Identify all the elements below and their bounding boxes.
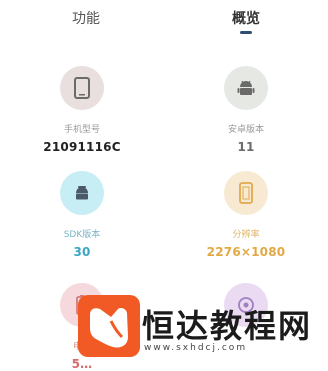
watermark: 恒达教程网 www.sxhdcj.com xyxy=(78,295,328,365)
sdk-version-label: SDK版本 xyxy=(63,230,101,240)
android-version-card: 安卓版本 11 xyxy=(164,66,328,154)
tab-overview[interactable]: 概览 xyxy=(232,8,260,28)
sdk-icon xyxy=(76,186,88,200)
device-model-card: 手机型号 21091116C xyxy=(0,66,164,154)
device-model-circle xyxy=(60,66,104,110)
active-tab-indicator xyxy=(240,31,252,34)
phone-icon xyxy=(74,77,90,99)
tab-functions[interactable]: 功能 xyxy=(72,8,100,28)
android-version-value: 11 xyxy=(237,140,255,154)
resolution-card: 分辨率 2276×1080 xyxy=(164,171,328,259)
sdk-version-value: 30 xyxy=(73,245,91,259)
watermark-url: www.sxhdcj.com xyxy=(144,343,248,353)
resolution-circle xyxy=(224,171,268,215)
watermark-title: 恒达教程网 xyxy=(142,307,313,345)
screen-icon xyxy=(239,182,253,204)
tab-bar: 功能 概览 xyxy=(0,0,328,40)
sdk-version-card: SDK版本 30 xyxy=(0,171,164,259)
resolution-label: 分辨率 xyxy=(232,230,260,240)
watermark-logo xyxy=(78,295,140,357)
sdk-version-circle xyxy=(60,171,104,215)
watermark-logo-icon xyxy=(90,308,128,348)
android-version-label: 安卓版本 xyxy=(227,125,264,135)
device-model-value: 21091116C xyxy=(43,140,121,154)
device-model-label: 手机型号 xyxy=(63,125,100,135)
resolution-value: 2276×1080 xyxy=(206,245,286,259)
android-icon xyxy=(237,80,255,95)
android-version-circle xyxy=(224,66,268,110)
